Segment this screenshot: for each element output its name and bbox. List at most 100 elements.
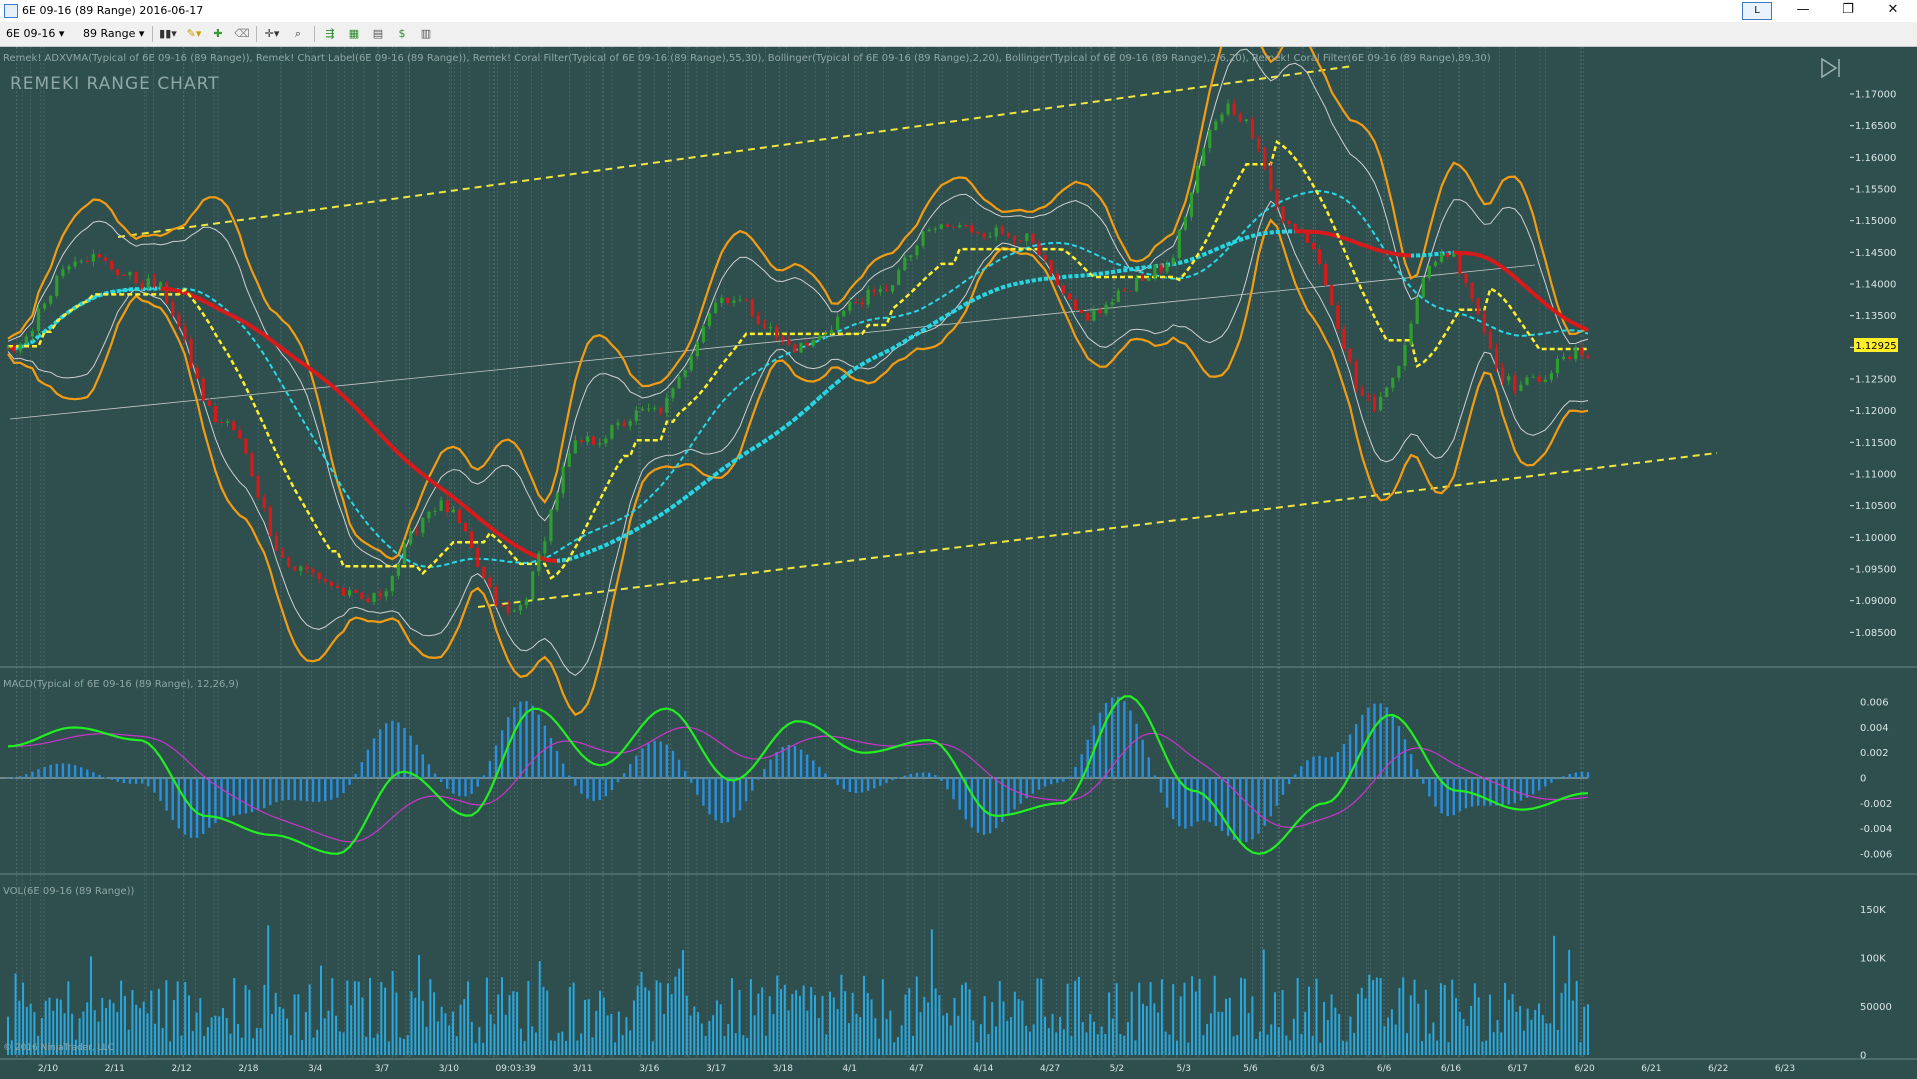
bar-style-icon[interactable]: ▮▮▾ [157, 26, 179, 41]
candle-body [897, 270, 901, 286]
volume-bar [1402, 977, 1405, 1055]
candle-body [329, 581, 333, 586]
coral-filter-slow-segment [1343, 236, 1351, 243]
volume-bar [802, 985, 805, 1055]
candle-body [787, 339, 791, 345]
candle-body [506, 605, 510, 612]
candle-body [1073, 299, 1078, 310]
candle-body [903, 257, 907, 271]
volume-bar [565, 1040, 568, 1055]
candle-body [201, 378, 205, 401]
volume-bar [640, 972, 643, 1055]
macd-histogram-bar [970, 778, 974, 828]
macd-histogram-bar [1586, 772, 1590, 778]
macd-histogram-bar [409, 735, 412, 778]
candle-body [488, 577, 492, 588]
candle-body [677, 376, 681, 389]
restore-icon[interactable]: ❐ [1826, 0, 1870, 22]
coral-filter-slow-segment [1361, 242, 1370, 249]
volume-bar [286, 1018, 289, 1055]
eraser-icon[interactable]: ⌫ [234, 26, 250, 41]
macd-histogram-bar [1300, 766, 1303, 778]
macd-histogram-bar [1153, 775, 1157, 778]
volume-bar [1179, 996, 1182, 1055]
candle-body [817, 335, 821, 340]
volume-bar [252, 1038, 255, 1055]
macd-histogram-bar [1330, 756, 1333, 778]
interval-dropdown[interactable]: 89 Range ▾ [83, 27, 144, 40]
chart-properties-icon[interactable]: ▦ [346, 26, 362, 41]
macd-histogram-bar [55, 763, 59, 778]
macd-histogram-bar [671, 750, 675, 778]
candle-body [1122, 290, 1126, 292]
volume-bar [418, 954, 421, 1055]
time-axis-label: 4/7 [909, 1064, 923, 1074]
volume-bar [138, 1008, 141, 1055]
candle-body [524, 599, 529, 605]
volume-bar [557, 1032, 560, 1055]
pin-icon[interactable]: ✚ [210, 26, 226, 41]
volume-bar [210, 1017, 213, 1055]
volume-bar [199, 998, 202, 1055]
candle-body [171, 302, 175, 316]
volume-bar [248, 989, 251, 1055]
macd-histogram-bar [732, 778, 736, 818]
volume-bar [1511, 994, 1514, 1055]
volume-bar [1224, 998, 1227, 1055]
price-axis-label: 1.12000 [1855, 406, 1896, 417]
indicators-icon[interactable]: ▤ [370, 26, 386, 41]
candle-body [140, 283, 144, 289]
macd-histogram-bar [244, 778, 248, 814]
volume-bar [1292, 1018, 1295, 1055]
minimize-icon[interactable]: — [1781, 0, 1825, 22]
candle-body [531, 571, 535, 600]
volume-bar [1270, 1024, 1273, 1055]
macd-histogram-bar [43, 766, 46, 778]
candle-body [701, 326, 706, 343]
candle-body [1061, 285, 1065, 294]
volume-bar [402, 1038, 405, 1055]
properties-icon[interactable]: ▥ [418, 26, 434, 41]
macd-histogram-bar [659, 741, 662, 778]
zoom-icon[interactable]: ⌕ [290, 26, 306, 41]
candle-body [1305, 231, 1309, 243]
close-icon[interactable]: ✕ [1871, 0, 1915, 22]
volume-bar [866, 992, 869, 1055]
time-axis-label: 3/18 [773, 1064, 793, 1074]
volume-bar [1473, 983, 1476, 1055]
volume-bar [414, 997, 417, 1055]
volume-bar [1240, 977, 1243, 1055]
strategies-icon[interactable]: ⇶ [322, 26, 338, 41]
coral-filter-slow-segment [220, 308, 229, 316]
volume-bar [357, 981, 360, 1055]
volume-bar [1115, 983, 1118, 1055]
volume-bar [644, 987, 647, 1055]
candle-body [18, 344, 22, 352]
volume-bar [1398, 987, 1401, 1055]
volume-bar [1383, 1026, 1386, 1055]
macd-histogram-bar [1098, 712, 1102, 778]
candle-body [274, 536, 279, 551]
candle-body [372, 593, 376, 603]
macd-histogram-bar [128, 778, 132, 784]
volume-bar [1036, 978, 1039, 1055]
candle-body [884, 288, 889, 292]
instrument-label: 6E 09-16 [6, 27, 56, 40]
crosshair-icon[interactable]: ✛▾ [262, 26, 282, 41]
volume-bar [1277, 1027, 1280, 1055]
chart-canvas[interactable]: 1.17000 1.16500 1.16000 1.15500 1.15000 1.145… [0, 47, 1917, 1079]
volume-bar [1492, 1032, 1495, 1055]
volume-bar [1221, 1011, 1224, 1055]
macd-histogram-bar [629, 764, 632, 778]
volume-bar [410, 991, 413, 1055]
volume-bar [1266, 1034, 1269, 1055]
drawing-tool-icon[interactable]: ✎▾ [184, 26, 204, 41]
layout-button[interactable]: L [1742, 2, 1772, 20]
price-axis-label: 1.15000 [1855, 216, 1896, 227]
data-box-icon[interactable]: $ [394, 26, 410, 41]
volume-bar [927, 1002, 930, 1055]
macd-histogram-bar [641, 748, 644, 778]
instrument-dropdown[interactable]: 6E 09-16 ▾ [6, 27, 64, 40]
chart-area[interactable]: 1.17000 1.16500 1.16000 1.15500 1.15000 1.145… [0, 47, 1917, 1079]
macd-histogram-bar [208, 778, 211, 828]
